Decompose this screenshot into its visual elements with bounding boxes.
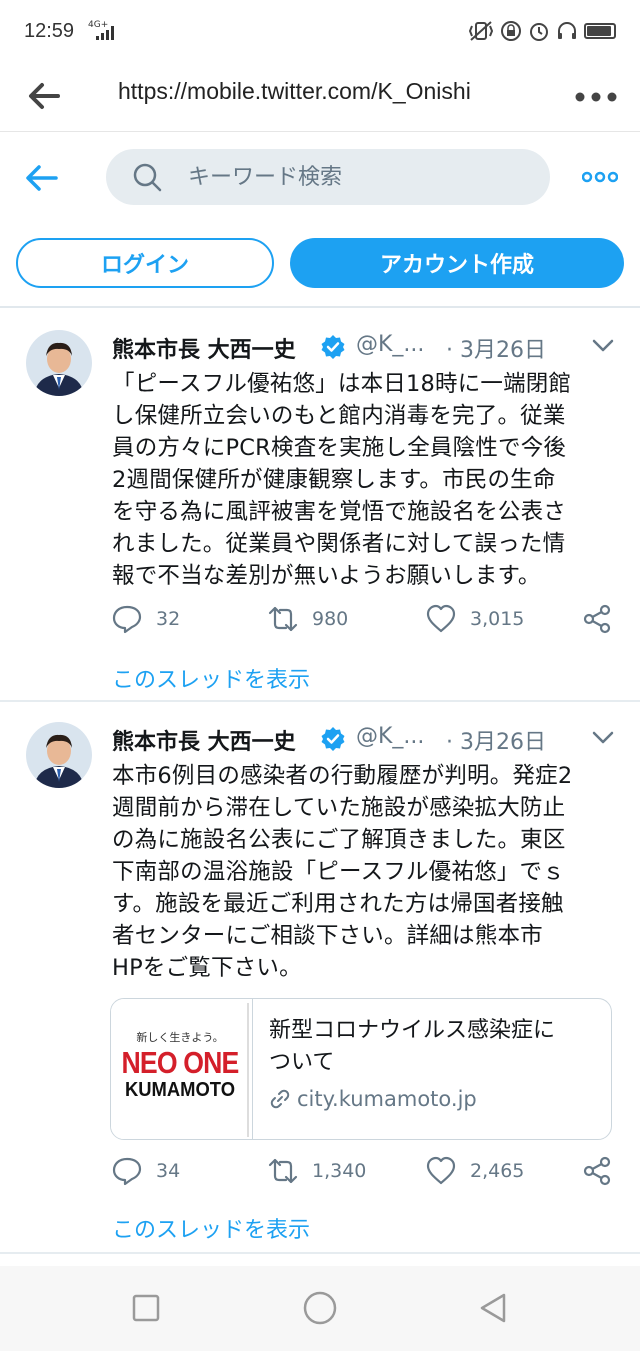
browser-bar: https://mobile.twitter.com/K_Onishi <box>0 64 640 132</box>
more-options-icon[interactable] <box>582 162 618 192</box>
logo-tagline: 新しく生きよう。 <box>136 1031 224 1044</box>
heart-icon <box>426 604 456 633</box>
card-title: 新型コロナウイルス感染症に ついて <box>269 1018 556 1075</box>
tweet[interactable]: 熊本市長 大西一史 @K_... · 3月26日 「ピースフル優祐悠」は本日18… <box>0 310 640 702</box>
url-bar[interactable]: https://mobile.twitter.com/K_Onishi <box>118 78 471 105</box>
card-image: 新しく生きよう。 NEO ONE KUMAMOTO <box>111 999 253 1139</box>
system-nav-bar <box>0 1266 640 1351</box>
chevron-down-icon[interactable] <box>592 338 614 354</box>
verified-badge-icon <box>321 727 345 751</box>
link-card[interactable]: 新しく生きよう。 NEO ONE KUMAMOTO 新型コロナウイルス感染症に … <box>110 998 612 1140</box>
verified-badge-icon <box>321 335 345 359</box>
like-count: 2,465 <box>470 1160 525 1182</box>
headphones-icon <box>558 22 576 39</box>
status-icons <box>468 20 616 42</box>
like-button[interactable]: 2,465 <box>426 1156 524 1186</box>
retweet-count: 980 <box>312 608 349 630</box>
retweet-icon <box>268 1158 298 1184</box>
browser-back-icon[interactable] <box>24 76 64 116</box>
twitter-header: ログイン アカウント作成 <box>0 132 640 308</box>
search-box[interactable] <box>106 149 550 205</box>
signal-icon <box>96 26 114 40</box>
reply-button[interactable]: 32 <box>112 604 180 634</box>
tweet-actions: 34 1,340 2,465 <box>112 1156 632 1188</box>
status-time: 12:59 <box>24 20 75 42</box>
nav-back-icon[interactable] <box>478 1292 510 1324</box>
reply-count: 34 <box>156 1160 181 1182</box>
link-icon <box>270 1089 290 1109</box>
retweet-button[interactable]: 1,340 <box>268 1156 366 1186</box>
tweet-date[interactable]: · 3月26日 <box>446 724 546 756</box>
author-handle[interactable]: @K_... <box>356 724 424 749</box>
avatar[interactable] <box>26 722 92 788</box>
status-bar: 12:59 4G+ <box>0 0 640 64</box>
search-input[interactable] <box>188 149 528 205</box>
show-thread-link[interactable]: このスレッドを表示 <box>112 1212 310 1244</box>
retweet-button[interactable]: 980 <box>268 604 348 634</box>
back-arrow-icon[interactable] <box>22 158 62 198</box>
logo-neo-one: NEO ONE <box>121 1045 240 1080</box>
login-button[interactable]: ログイン <box>16 238 274 288</box>
alarm-icon <box>530 23 548 41</box>
show-thread-link[interactable]: このスレッドを表示 <box>112 662 310 694</box>
vibrate-icon <box>468 21 494 41</box>
reply-icon <box>112 1157 142 1186</box>
logo-kumamoto: KUMAMOTO <box>124 1079 236 1101</box>
home-icon[interactable] <box>302 1290 338 1326</box>
recent-apps-icon[interactable] <box>130 1292 162 1324</box>
like-button[interactable]: 3,015 <box>426 604 524 634</box>
card-domain-text: city.kumamoto.jp <box>297 1087 477 1111</box>
like-count: 3,015 <box>470 608 525 630</box>
share-icon[interactable] <box>582 1156 612 1186</box>
author-handle[interactable]: @K_... <box>356 332 424 357</box>
tweet-text: 本市6例目の感染者の行動履歴が判明。発症2 週間前から滞在していた施設が感染拡大… <box>112 763 573 981</box>
battery-icon <box>584 23 616 39</box>
share-icon[interactable] <box>582 604 612 634</box>
chevron-down-icon[interactable] <box>592 730 614 746</box>
author-name[interactable]: 熊本市長 大西一史 <box>112 332 296 364</box>
heart-icon <box>426 1156 456 1185</box>
reply-button[interactable]: 34 <box>112 1156 180 1186</box>
browser-more-icon[interactable] <box>574 82 618 112</box>
signup-button[interactable]: アカウント作成 <box>290 238 624 288</box>
tweet-date[interactable]: · 3月26日 <box>446 332 546 364</box>
author-name[interactable]: 熊本市長 大西一史 <box>112 724 296 756</box>
card-domain: city.kumamoto.jp <box>269 1087 477 1111</box>
tweet-actions: 32 980 3,015 <box>112 604 632 636</box>
retweet-count: 1,340 <box>312 1160 367 1182</box>
tweet-text: 「ピースフル優祐悠」は本日18時に一端閉館 し保健所立会いのもと館内消毒を完了。… <box>112 371 572 589</box>
tweet[interactable]: 熊本市長 大西一史 @K_... · 3月26日 本市6例目の感染者の行動履歴が… <box>0 702 640 1254</box>
reply-icon <box>112 605 142 634</box>
retweet-icon <box>268 606 298 632</box>
search-icon <box>133 163 162 192</box>
privacy-icon <box>501 21 521 41</box>
reply-count: 32 <box>156 608 181 630</box>
avatar[interactable] <box>26 330 92 396</box>
